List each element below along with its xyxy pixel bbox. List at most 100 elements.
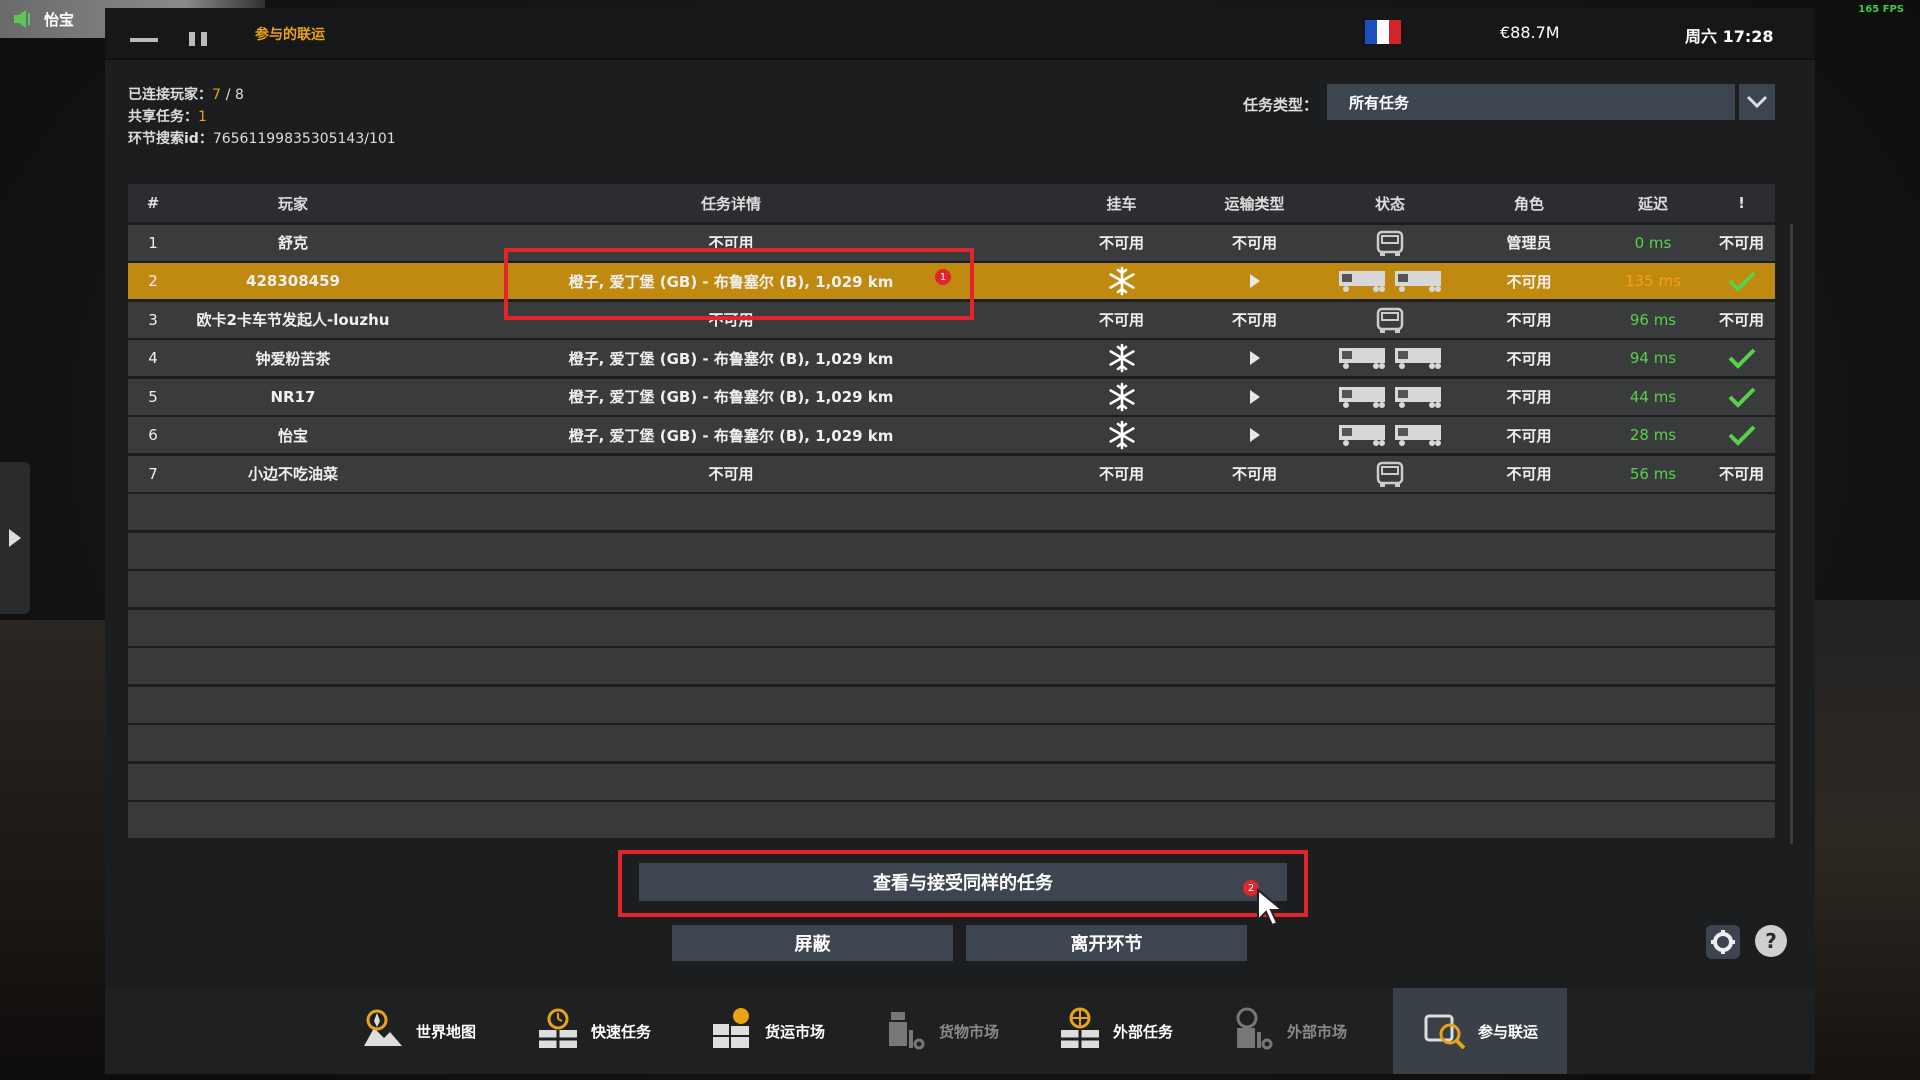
row-detail-text: 橙子, 爱丁堡 (GB) - 布鲁塞尔 (B), 1,029 km	[568, 426, 894, 445]
nav-label: 参与联运	[1477, 1022, 1538, 1041]
nav-cargo-market[interactable]: 货物市场	[883, 988, 999, 1074]
row-trailer-text: 不可用	[1098, 311, 1144, 329]
highlight-box-view-button	[618, 850, 1308, 917]
row-flag	[1708, 424, 1775, 446]
row-trailer	[1054, 420, 1189, 450]
row-flag	[1708, 347, 1775, 369]
col-detail: 任务详情	[700, 194, 761, 213]
row-num-text: 7	[148, 464, 158, 483]
nav-quick-job[interactable]: 快速任务	[535, 988, 651, 1074]
row-num: 6	[128, 426, 178, 444]
fps-counter: 165 FPS	[1858, 4, 1904, 15]
pause-icon[interactable]	[189, 32, 209, 46]
table-scrollbar[interactable]	[1790, 224, 1793, 844]
chevron-down-icon	[1746, 95, 1768, 109]
play-icon	[1249, 351, 1260, 365]
row-role: 不可用	[1460, 271, 1598, 292]
side-expand-handle[interactable]	[0, 462, 30, 614]
nav-map[interactable]: 世界地图	[360, 988, 476, 1074]
trailer-icon	[1395, 425, 1441, 446]
row-player-text: NR17	[270, 387, 316, 406]
row-role: 不可用	[1460, 463, 1598, 484]
trailer-icon	[1339, 425, 1385, 446]
col-num: #	[146, 194, 160, 212]
row-ping-text: 135 ms	[1625, 272, 1681, 290]
empty-row	[128, 725, 1775, 761]
table-header: # 玩家 任务详情 挂车 运输类型 状态 角色 延迟 !	[128, 184, 1775, 222]
row-trailer: 不可用	[1054, 463, 1189, 484]
breadcrumb[interactable]: 参与的联运	[255, 24, 325, 44]
row-role: 不可用	[1460, 348, 1598, 369]
external-market-icon	[1231, 1006, 1277, 1056]
row-status	[1320, 229, 1460, 257]
nav-external-market[interactable]: 外部市场	[1231, 988, 1347, 1074]
convoy-panel: 参与的联运 €88.7M 周六 17:28 已连接玩家：7 / 8 共享任务：1…	[105, 8, 1815, 988]
nav-label: 世界地图	[416, 1022, 477, 1041]
row-player-text: 怡宝	[277, 426, 308, 445]
row-status	[1320, 306, 1460, 334]
truck-front-icon	[1376, 230, 1404, 256]
menu-icon[interactable]	[130, 38, 158, 42]
shared-label: 共享任务：	[128, 109, 198, 125]
row-role-text: 不可用	[1506, 465, 1552, 483]
check-icon	[1728, 348, 1755, 369]
row-role: 不可用	[1460, 386, 1598, 407]
row-flag-text: 不可用	[1718, 311, 1764, 329]
job-type-label: 任务类型：	[1243, 96, 1319, 114]
gear-icon	[1711, 930, 1735, 954]
row-detail: 橙子, 爱丁堡 (GB) - 布鲁塞尔 (B), 1,029 km	[408, 348, 1054, 369]
col-status: 状态	[1374, 194, 1405, 213]
col-player: 玩家	[277, 194, 308, 213]
help-button[interactable]: ?	[1755, 925, 1787, 957]
nav-label: 外部市场	[1287, 1022, 1348, 1041]
table-row[interactable]: 4 钟爱粉苦茶 橙子, 爱丁堡 (GB) - 布鲁塞尔 (B), 1,029 km 不…	[128, 340, 1775, 376]
nav-label: 货运市场	[765, 1022, 826, 1041]
row-transport-text: 不可用	[1231, 311, 1277, 329]
nav-external-jobs[interactable]: 外部任务	[1057, 988, 1173, 1074]
table-row[interactable]: 5 NR17 橙子, 爱丁堡 (GB) - 布鲁塞尔 (B), 1,029 km 不可…	[128, 378, 1775, 415]
col-flag: !	[1738, 194, 1745, 212]
row-flag	[1708, 386, 1775, 408]
job-type-select[interactable]: 所有任务	[1327, 84, 1735, 120]
snowflake-icon	[1108, 382, 1135, 411]
row-transport	[1189, 349, 1320, 367]
connected-max: / 8	[225, 87, 244, 103]
job-type-dropdown-button[interactable]	[1739, 84, 1775, 120]
empty-row	[128, 802, 1775, 838]
row-trailer: 不可用	[1054, 309, 1189, 330]
row-role: 管理员	[1460, 232, 1598, 253]
leave-session-button[interactable]: 离开环节	[966, 925, 1247, 961]
row-flag: 不可用	[1708, 463, 1775, 484]
row-role-text: 不可用	[1506, 349, 1552, 368]
row-player: 舒克	[178, 232, 408, 253]
table-row[interactable]: 7 小边不吃油菜 不可用 不可用 不可用 不可用 56 ms 不可用	[128, 455, 1775, 492]
nav-freight-market[interactable]: 货运市场	[709, 988, 825, 1074]
block-button[interactable]: 屏蔽	[672, 925, 953, 961]
row-flag-text: 不可用	[1718, 234, 1764, 252]
row-player-text: 欧卡2卡车节发起人-louzhu	[196, 311, 390, 329]
table-row[interactable]: 6 怡宝 橙子, 爱丁堡 (GB) - 布鲁塞尔 (B), 1,029 km 不可用 2…	[128, 417, 1775, 453]
row-player: NR17	[178, 388, 408, 406]
row-player-text: 小边不吃油菜	[247, 465, 338, 483]
nav-convoy[interactable]: 参与联运	[1393, 988, 1567, 1074]
question-icon: ?	[1765, 929, 1777, 953]
annotation-badge-1: 1	[935, 269, 951, 285]
row-trailer-text: 不可用	[1098, 465, 1144, 483]
row-player: 钟爱粉苦茶	[178, 348, 408, 369]
settings-button[interactable]	[1706, 925, 1740, 959]
mouse-cursor-icon	[1257, 888, 1285, 927]
row-trailer	[1054, 382, 1189, 412]
row-transport	[1189, 426, 1320, 444]
row-num: 3	[128, 311, 178, 329]
row-ping-text: 44 ms	[1629, 387, 1677, 406]
row-role-text: 不可用	[1506, 311, 1552, 329]
row-detail-text: 橙子, 爱丁堡 (GB) - 布鲁塞尔 (B), 1,029 km	[568, 349, 894, 368]
row-player-text: 舒克	[277, 234, 308, 252]
row-player-text: 428308459	[246, 272, 340, 290]
row-ping: 96 ms	[1598, 311, 1708, 329]
row-num: 7	[128, 465, 178, 483]
row-player: 欧卡2卡车节发起人-louzhu	[178, 309, 408, 330]
connected-count: 7	[212, 87, 221, 103]
arrow-right-icon	[9, 529, 21, 547]
check-icon	[1728, 387, 1755, 408]
